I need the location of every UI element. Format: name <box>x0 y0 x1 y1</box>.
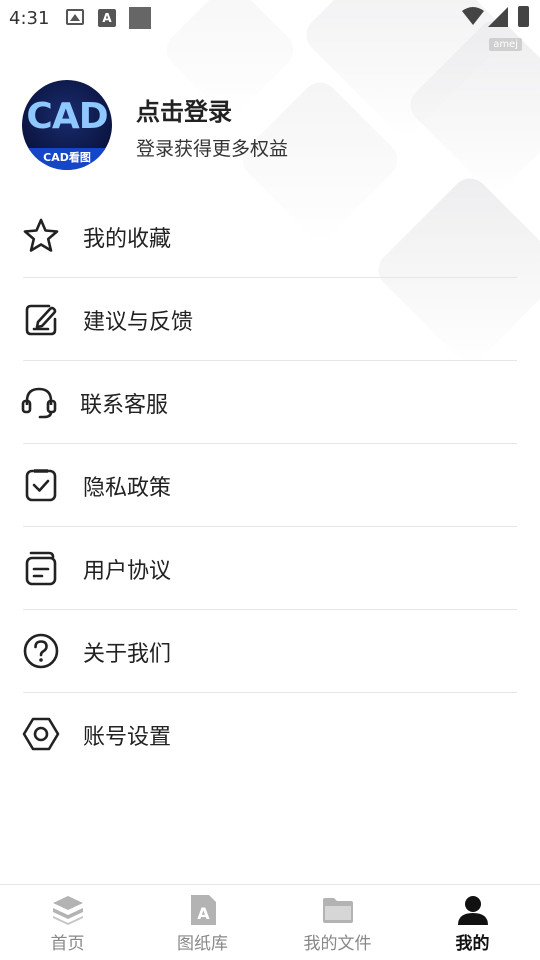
avatar[interactable]: CAD CAD看图 <box>22 80 112 170</box>
settings-hexagon-icon <box>22 717 60 751</box>
tab-label: 首页 <box>50 934 85 954</box>
status-bar: 4:31 A <box>0 0 540 36</box>
edit-note-icon <box>25 304 57 336</box>
svg-text:A: A <box>197 904 210 923</box>
app-notification-icon <box>129 7 151 29</box>
battery-icon <box>518 6 529 27</box>
menu-item-about-us[interactable]: 关于我们 <box>0 610 540 693</box>
check-document-icon <box>25 469 57 502</box>
tab-home[interactable]: 首页 <box>0 885 135 960</box>
star-icon <box>23 218 59 252</box>
tab-drawing-library[interactable]: A 图纸库 <box>135 885 270 960</box>
menu-item-label: 建议与反馈 <box>83 310 194 335</box>
bottom-tab-bar: 首页 A 图纸库 我的文件 我的 <box>0 884 540 960</box>
menu-item-label: 用户协议 <box>83 559 172 584</box>
user-icon <box>457 896 488 925</box>
drawing-file-icon: A <box>190 895 216 925</box>
status-time: 4:31 <box>9 8 50 29</box>
menu-item-label: 我的收藏 <box>83 227 172 252</box>
menu-item-label: 账号设置 <box>83 725 172 750</box>
menu-item-customer-service[interactable]: 联系客服 <box>0 361 540 444</box>
agreement-icon <box>25 551 57 586</box>
layers-icon <box>52 896 83 925</box>
avatar-logo-subtext: CAD看图 <box>22 148 112 170</box>
question-circle-icon <box>23 633 59 669</box>
menu-item-privacy-policy[interactable]: 隐私政策 <box>0 444 540 527</box>
menu-item-feedback[interactable]: 建议与反馈 <box>0 278 540 361</box>
avatar-logo-text: CAD <box>26 96 108 137</box>
menu-item-label: 关于我们 <box>83 642 172 667</box>
font-notification-icon: A <box>98 9 116 27</box>
tab-label: 我的文件 <box>303 934 372 954</box>
watermark-badge: amej <box>489 38 522 51</box>
login-subtitle: 登录获得更多权益 <box>136 138 289 160</box>
tab-label: 我的 <box>455 934 490 954</box>
tab-mine[interactable]: 我的 <box>405 885 540 960</box>
menu-item-label: 联系客服 <box>80 393 169 418</box>
wifi-icon <box>462 7 484 25</box>
menu-item-user-agreement[interactable]: 用户协议 <box>0 527 540 610</box>
menu-item-account-settings[interactable]: 账号设置 <box>0 693 540 776</box>
menu-item-favorites[interactable]: 我的收藏 <box>0 195 540 278</box>
settings-menu: 我的收藏 建议与反馈 联系客服 隐私政策 用户协议 关于我们 账号设置 <box>0 195 540 776</box>
menu-item-label: 隐私政策 <box>83 476 172 501</box>
login-profile-card[interactable]: CAD CAD看图 点击登录 登录获得更多权益 <box>22 80 502 172</box>
folder-icon <box>322 898 353 923</box>
tab-label: 图纸库 <box>177 934 228 954</box>
login-title[interactable]: 点击登录 <box>136 92 232 127</box>
image-notification-icon <box>66 9 84 25</box>
headset-icon <box>21 387 57 419</box>
signal-icon <box>488 7 508 27</box>
tab-my-files[interactable]: 我的文件 <box>270 885 405 960</box>
